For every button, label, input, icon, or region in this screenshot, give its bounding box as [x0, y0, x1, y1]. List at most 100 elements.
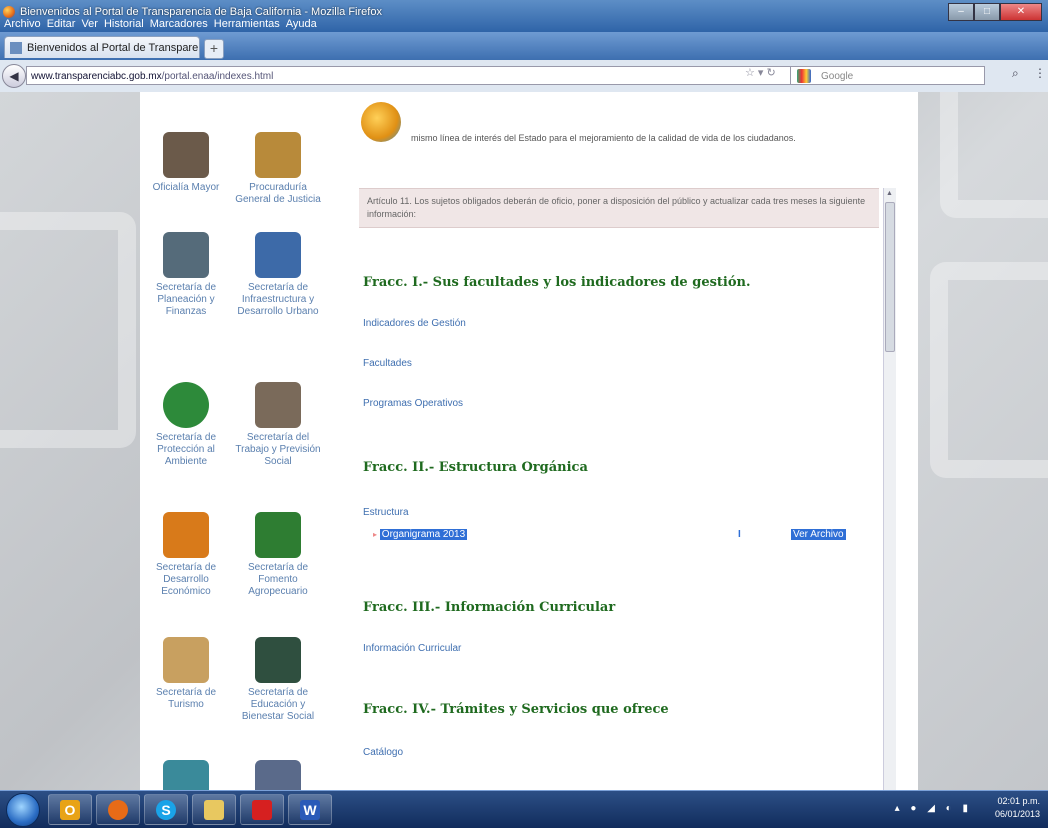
sidebar-item-trabajo[interactable]: Secretaría del Trabajo y Previsión Socia… — [232, 382, 324, 468]
sidebar-item-desarrollo-economico[interactable]: Secretaría de Desarrollo Económico — [140, 512, 232, 598]
search-box[interactable]: Google — [790, 66, 985, 85]
sidebar-item-label: Secretaría de Desarrollo Económico — [155, 562, 217, 597]
tab-portal[interactable]: Bienvenidos al Portal de Transparencia d… — [4, 36, 200, 58]
link-informacion-curricular[interactable]: Información Curricular — [363, 643, 461, 654]
people-network-icon — [361, 102, 401, 142]
main-content: mismo línea de interés del Estado para e… — [333, 92, 908, 790]
menu-icon[interactable]: ⋮ — [1034, 66, 1046, 80]
airplane-icon — [163, 637, 209, 683]
firefox-icon — [108, 800, 128, 820]
sidebar-item-oficialia-mayor[interactable]: Oficialía Mayor — [140, 132, 232, 194]
outlook-icon: O — [60, 800, 80, 820]
skype-icon: S — [156, 800, 176, 820]
safe-icon — [163, 232, 209, 278]
sidebar-item-label: Secretaría de Infraestructura y Desarrol… — [237, 282, 319, 317]
taskbar-firefox[interactable] — [96, 794, 140, 825]
search-magnifier-icon[interactable]: ⌕ — [1012, 66, 1019, 81]
sidebar-item-partial[interactable] — [140, 760, 232, 790]
sidebar-item-partial[interactable] — [232, 760, 324, 790]
link-facultades[interactable]: Facultades — [363, 358, 412, 369]
link-indicadores[interactable]: Indicadores de Gestión — [363, 318, 466, 329]
menu-historial[interactable]: Historial — [104, 18, 144, 33]
window-title: Bienvenidos al Portal de Transparencia d… — [20, 6, 382, 18]
sidebar-item-educacion[interactable]: Secretaría de Educación y Bienestar Soci… — [232, 637, 324, 723]
people-icon — [163, 132, 209, 178]
section-heading: Fracc. II.- Estructura Orgánica — [363, 460, 588, 475]
chalkboard-icon — [255, 637, 301, 683]
maximize-button[interactable]: □ — [974, 3, 1000, 21]
back-button[interactable]: ◀ — [2, 64, 26, 88]
start-button[interactable] — [6, 793, 40, 827]
sidebar-item-turismo[interactable]: Secretaría de Turismo — [140, 637, 232, 711]
section-heading: Fracc. IV.- Trámites y Servicios que ofr… — [363, 702, 669, 717]
sidebar-item-label: Oficialía Mayor — [152, 182, 220, 193]
taskbar-explorer[interactable] — [192, 794, 236, 825]
tab-label: Bienvenidos al Portal de Transparencia d… — [27, 42, 199, 54]
menu-marcadores[interactable]: Marcadores — [150, 18, 208, 33]
sidebar-item-label: Secretaría de Educación y Bienestar Soci… — [241, 687, 315, 722]
background-decoration — [930, 262, 1048, 478]
background-decoration — [0, 212, 136, 448]
link-organigrama[interactable]: Organigrama 2013 — [379, 529, 468, 540]
sidebar-item-procuraduria[interactable]: Procuraduría General de Justicia — [232, 132, 324, 206]
link-catalogo[interactable]: Catálogo — [363, 747, 403, 758]
bullet-icon: ▸ — [373, 530, 378, 539]
navigation-bar: ◀ www.transparenciabc.gob.mx/portal.enaa… — [0, 60, 1048, 93]
article-box: Artículo 11. Los sujetos obligados deber… — [359, 188, 879, 228]
clock-time: 02:01 p.m. — [997, 796, 1040, 806]
intro-text: mismo línea de interés del Estado para e… — [411, 133, 796, 143]
sidebar-item-infraestructura[interactable]: Secretaría de Infraestructura y Desarrol… — [232, 232, 324, 318]
sidebar-item-label: Secretaría del Trabajo y Previsión Socia… — [235, 432, 321, 467]
title-bar: Bienvenidos al Portal de Transparencia d… — [0, 0, 1048, 32]
sidebar-item-label: Secretaría de Turismo — [155, 687, 217, 710]
menu-ver[interactable]: Ver — [81, 18, 98, 33]
sidebar: Oficialía Mayor Procuraduría General de … — [140, 92, 330, 790]
search-placeholder: Google — [821, 71, 854, 82]
content-scrollbar[interactable]: ▲ — [883, 188, 896, 790]
section-heading: Fracc. I.- Sus facultades y los indicado… — [363, 275, 751, 290]
menu-herramientas[interactable]: Herramientas — [214, 18, 280, 33]
page-viewport: Oficialía Mayor Procuraduría General de … — [0, 92, 1048, 790]
link-estructura[interactable]: Estructura — [363, 507, 409, 518]
system-tray-icons[interactable]: ▴ ● ◢ ◐ ▮ — [895, 803, 972, 814]
taskbar-skype[interactable]: S — [144, 794, 188, 825]
minimize-button[interactable]: – — [948, 3, 974, 21]
taskbar-word[interactable]: W — [288, 794, 332, 825]
close-button[interactable]: ✕ — [1000, 3, 1042, 21]
sidebar-item-label: Procuraduría General de Justicia — [235, 182, 321, 205]
sidebar-item-fomento-agropecuario[interactable]: Secretaría de Fomento Agropecuario — [232, 512, 324, 598]
scales-icon — [255, 132, 301, 178]
clock[interactable]: 02:01 p.m. 06/01/2013 — [995, 795, 1040, 825]
word-icon: W — [300, 800, 320, 820]
background-decoration — [940, 92, 1048, 218]
menu-archivo[interactable]: Archivo — [4, 18, 41, 33]
url-bar[interactable]: www.transparenciabc.gob.mx/portal.enaa/i… — [26, 66, 916, 85]
link-programas[interactable]: Programas Operativos — [363, 398, 463, 409]
workers-icon — [255, 382, 301, 428]
tractor-icon — [255, 512, 301, 558]
bookmark-star-icon[interactable]: ☆ ▾ ↻ — [745, 66, 776, 79]
shield-icon — [163, 760, 209, 790]
growth-chart-icon — [163, 512, 209, 558]
taskbar-acrobat[interactable] — [240, 794, 284, 825]
url-host: www.transparenciabc.gob.mx — [31, 71, 162, 82]
menu-editar[interactable]: Editar — [47, 18, 76, 33]
ver-archivo-label: Ver Archivo — [791, 529, 846, 540]
ver-archivo-link[interactable]: Ver Archivo — [791, 529, 846, 540]
section-heading: Fracc. III.- Información Curricular — [363, 600, 616, 615]
organigrama-item[interactable]: ▸ Organigrama 2013 — [373, 529, 468, 540]
taskbar-outlook[interactable]: O — [48, 794, 92, 825]
menu-bar: Archivo Editar Ver Historial Marcadores … — [0, 18, 317, 33]
window-controls: – □ ✕ — [948, 3, 1042, 21]
text-cursor: I — [738, 529, 741, 540]
computer-icon — [255, 760, 301, 790]
sidebar-item-planeacion-finanzas[interactable]: Secretaría de Planeación y Finanzas — [140, 232, 232, 318]
clock-date: 06/01/2013 — [994, 809, 1040, 819]
scroll-up-icon[interactable]: ▲ — [886, 190, 893, 197]
menu-ayuda[interactable]: Ayuda — [286, 18, 317, 33]
new-tab-button[interactable]: + — [204, 39, 224, 59]
scroll-thumb[interactable] — [885, 202, 895, 352]
engineer-icon — [255, 232, 301, 278]
sidebar-item-label: Secretaría de Protección al Ambiente — [155, 432, 217, 467]
sidebar-item-proteccion-ambiente[interactable]: Secretaría de Protección al Ambiente — [140, 382, 232, 468]
